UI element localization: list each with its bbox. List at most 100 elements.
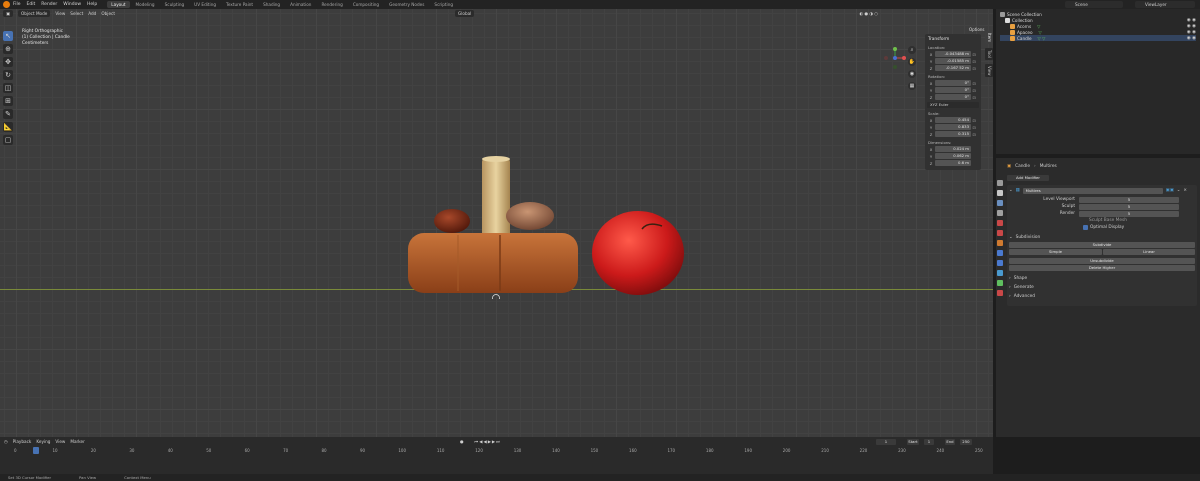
playback-controls-icon[interactable]: ⏮◀◀▶▶⏭ (475, 439, 501, 444)
output-tab-icon[interactable] (997, 200, 1003, 206)
sculpt-level-field[interactable]: 5 (1079, 203, 1179, 210)
cheese-base-object[interactable] (408, 233, 578, 293)
gizmo-x-icon[interactable] (902, 56, 906, 60)
grid-toggle-icon[interactable]: ▦ (908, 82, 916, 90)
add-cube-tool-icon[interactable]: ▢ (3, 135, 13, 145)
select-tool-icon[interactable]: ↖ (3, 31, 13, 41)
editor-type-icon[interactable]: ▣ (3, 10, 13, 17)
scale-y-field[interactable]: 0.833 (935, 124, 971, 130)
tab-tool[interactable]: Tool (985, 48, 993, 60)
lock-icon[interactable]: ⊡ (971, 132, 977, 137)
object-tab-icon[interactable] (997, 240, 1003, 246)
tab-uv-editing[interactable]: UV Editing (190, 1, 220, 8)
particles-tab-icon[interactable] (997, 260, 1003, 266)
timeline-editor-icon[interactable]: ◷ (4, 439, 8, 444)
scene-selector[interactable]: Scene (1065, 1, 1123, 8)
menu-help[interactable]: Help (87, 2, 97, 7)
expand-chevron-icon[interactable]: › (1009, 276, 1011, 281)
lock-icon[interactable]: ⊡ (971, 125, 977, 130)
tool-tab-icon[interactable] (997, 180, 1003, 186)
scale-z-field[interactable]: 0.315 (935, 131, 971, 137)
lock-icon[interactable]: ⊡ (971, 81, 977, 86)
collapse-chevron-icon[interactable]: ⌄ (1009, 188, 1013, 193)
collapse-chevron-icon[interactable]: ⌄ (1009, 235, 1013, 240)
acorn-object[interactable] (434, 209, 470, 233)
shape-section[interactable]: › Shape (1009, 275, 1195, 282)
tab-item[interactable]: Item (985, 31, 993, 45)
transform-tool-icon[interactable]: ⊞ (3, 96, 13, 106)
material-tab-icon[interactable] (997, 290, 1003, 296)
outliner-row-candle[interactable]: Candle ▽ ▽ ◉ ◉ (1000, 35, 1196, 41)
gizmo-y-icon[interactable] (893, 47, 897, 51)
tab-modeling[interactable]: Modeling (132, 1, 159, 8)
modifiers-tab-icon[interactable] (997, 250, 1003, 256)
annotate-tool-icon[interactable]: ✎ (3, 109, 13, 119)
timeline-menu-playback[interactable]: Playback (13, 439, 32, 444)
visibility-eye-icon[interactable]: ◉ ◉ (1187, 18, 1196, 23)
playhead[interactable] (33, 447, 39, 454)
measure-tool-icon[interactable]: 📐 (3, 122, 13, 132)
cursor-tool-icon[interactable]: ⊕ (3, 44, 13, 54)
tab-layout[interactable]: Layout (107, 1, 130, 8)
scene-objects[interactable] (400, 149, 700, 299)
apple-object[interactable] (592, 211, 684, 295)
mode-selector[interactable]: Object Mode (17, 10, 51, 17)
expand-chevron-icon[interactable]: › (1009, 294, 1011, 299)
start-frame-field[interactable]: 1 (923, 438, 934, 445)
timeline-menu-keying[interactable]: Keying (36, 439, 50, 444)
lock-icon[interactable]: ⊡ (971, 66, 977, 71)
scene-tab-icon[interactable] (997, 220, 1003, 226)
timeline-menu-view[interactable]: View (55, 439, 65, 444)
modifier-name-field[interactable]: Multires (1022, 187, 1163, 194)
subdivide-button[interactable]: Subdivide (1009, 241, 1195, 248)
timeline-ruler[interactable]: 0 10 20 30 40 50 60 70 80 90 100 110 120 130 140 150 160… (0, 447, 993, 454)
rotation-y-field[interactable]: 0° (935, 87, 971, 93)
close-icon[interactable]: × (1183, 188, 1187, 193)
3d-viewport[interactable]: ▣ Object Mode View Select Add Object Glo… (0, 9, 993, 437)
rotation-mode-dropdown[interactable]: XYZ Euler (927, 102, 979, 108)
gizmo-neg-y-icon[interactable] (893, 65, 897, 69)
location-x-field[interactable]: -0.043488 m (935, 51, 971, 57)
cookie-object[interactable] (506, 202, 554, 230)
dimensions-x-field[interactable]: 0.024 m (935, 146, 971, 152)
scale-tool-icon[interactable]: ◫ (3, 83, 13, 93)
viewport-menu-select[interactable]: Select (70, 11, 83, 16)
tab-animation[interactable]: Animation (286, 1, 315, 8)
render-level-field[interactable]: 5 (1079, 210, 1179, 217)
viewport-menu-add[interactable]: Add (88, 11, 96, 16)
location-z-field[interactable]: -0.167 52 m (935, 65, 971, 71)
rotation-z-field[interactable]: 0° (935, 94, 971, 100)
delete-higher-button[interactable]: Delete Higher (1009, 264, 1195, 271)
rotate-tool-icon[interactable]: ↻ (3, 70, 13, 80)
tab-compositing[interactable]: Compositing (349, 1, 383, 8)
blender-logo-icon[interactable] (3, 1, 10, 8)
physics-tab-icon[interactable] (997, 270, 1003, 276)
tab-scripting[interactable]: Scripting (430, 1, 457, 8)
menu-file[interactable]: File (13, 2, 21, 7)
rotation-x-field[interactable]: 0° (935, 80, 971, 86)
display-toggle-icon[interactable]: ▣▣ (1166, 188, 1174, 193)
orientation-selector[interactable]: Global (454, 10, 475, 17)
world-tab-icon[interactable] (997, 230, 1003, 236)
generate-section[interactable]: › Generate (1009, 284, 1195, 291)
menu-window[interactable]: Window (63, 2, 81, 7)
pan-hand-icon[interactable]: ✋ (908, 58, 916, 66)
gizmo-neg-x-icon[interactable] (884, 56, 888, 60)
lock-icon[interactable]: ⊡ (971, 118, 977, 123)
timeline-menu-marker[interactable]: Marker (70, 439, 84, 444)
checkbox-checked-icon[interactable] (1083, 225, 1088, 230)
record-icon[interactable]: ● (460, 439, 464, 444)
menu-edit[interactable]: Edit (27, 2, 36, 7)
tab-shading[interactable]: Shading (259, 1, 284, 8)
advanced-section[interactable]: › Advanced (1009, 293, 1195, 300)
lock-icon[interactable]: ⊡ (971, 52, 977, 57)
dimensions-y-field[interactable]: 0.062 m (935, 153, 971, 159)
visibility-eye-icon[interactable]: ◉ ◉ (1187, 36, 1196, 41)
sculpt-base-mesh-checkbox[interactable]: Sculpt Base Mesh (1089, 218, 1127, 223)
zoom-icon[interactable]: ⌕ (908, 46, 916, 54)
subdivision-header[interactable]: ⌄ Subdivision (1009, 234, 1195, 241)
axis-gizmo[interactable] (884, 47, 906, 69)
camera-icon[interactable]: ◉ (908, 70, 916, 78)
dimensions-z-field[interactable]: 0.6 m (935, 160, 971, 166)
constraints-tab-icon[interactable] (997, 280, 1003, 286)
